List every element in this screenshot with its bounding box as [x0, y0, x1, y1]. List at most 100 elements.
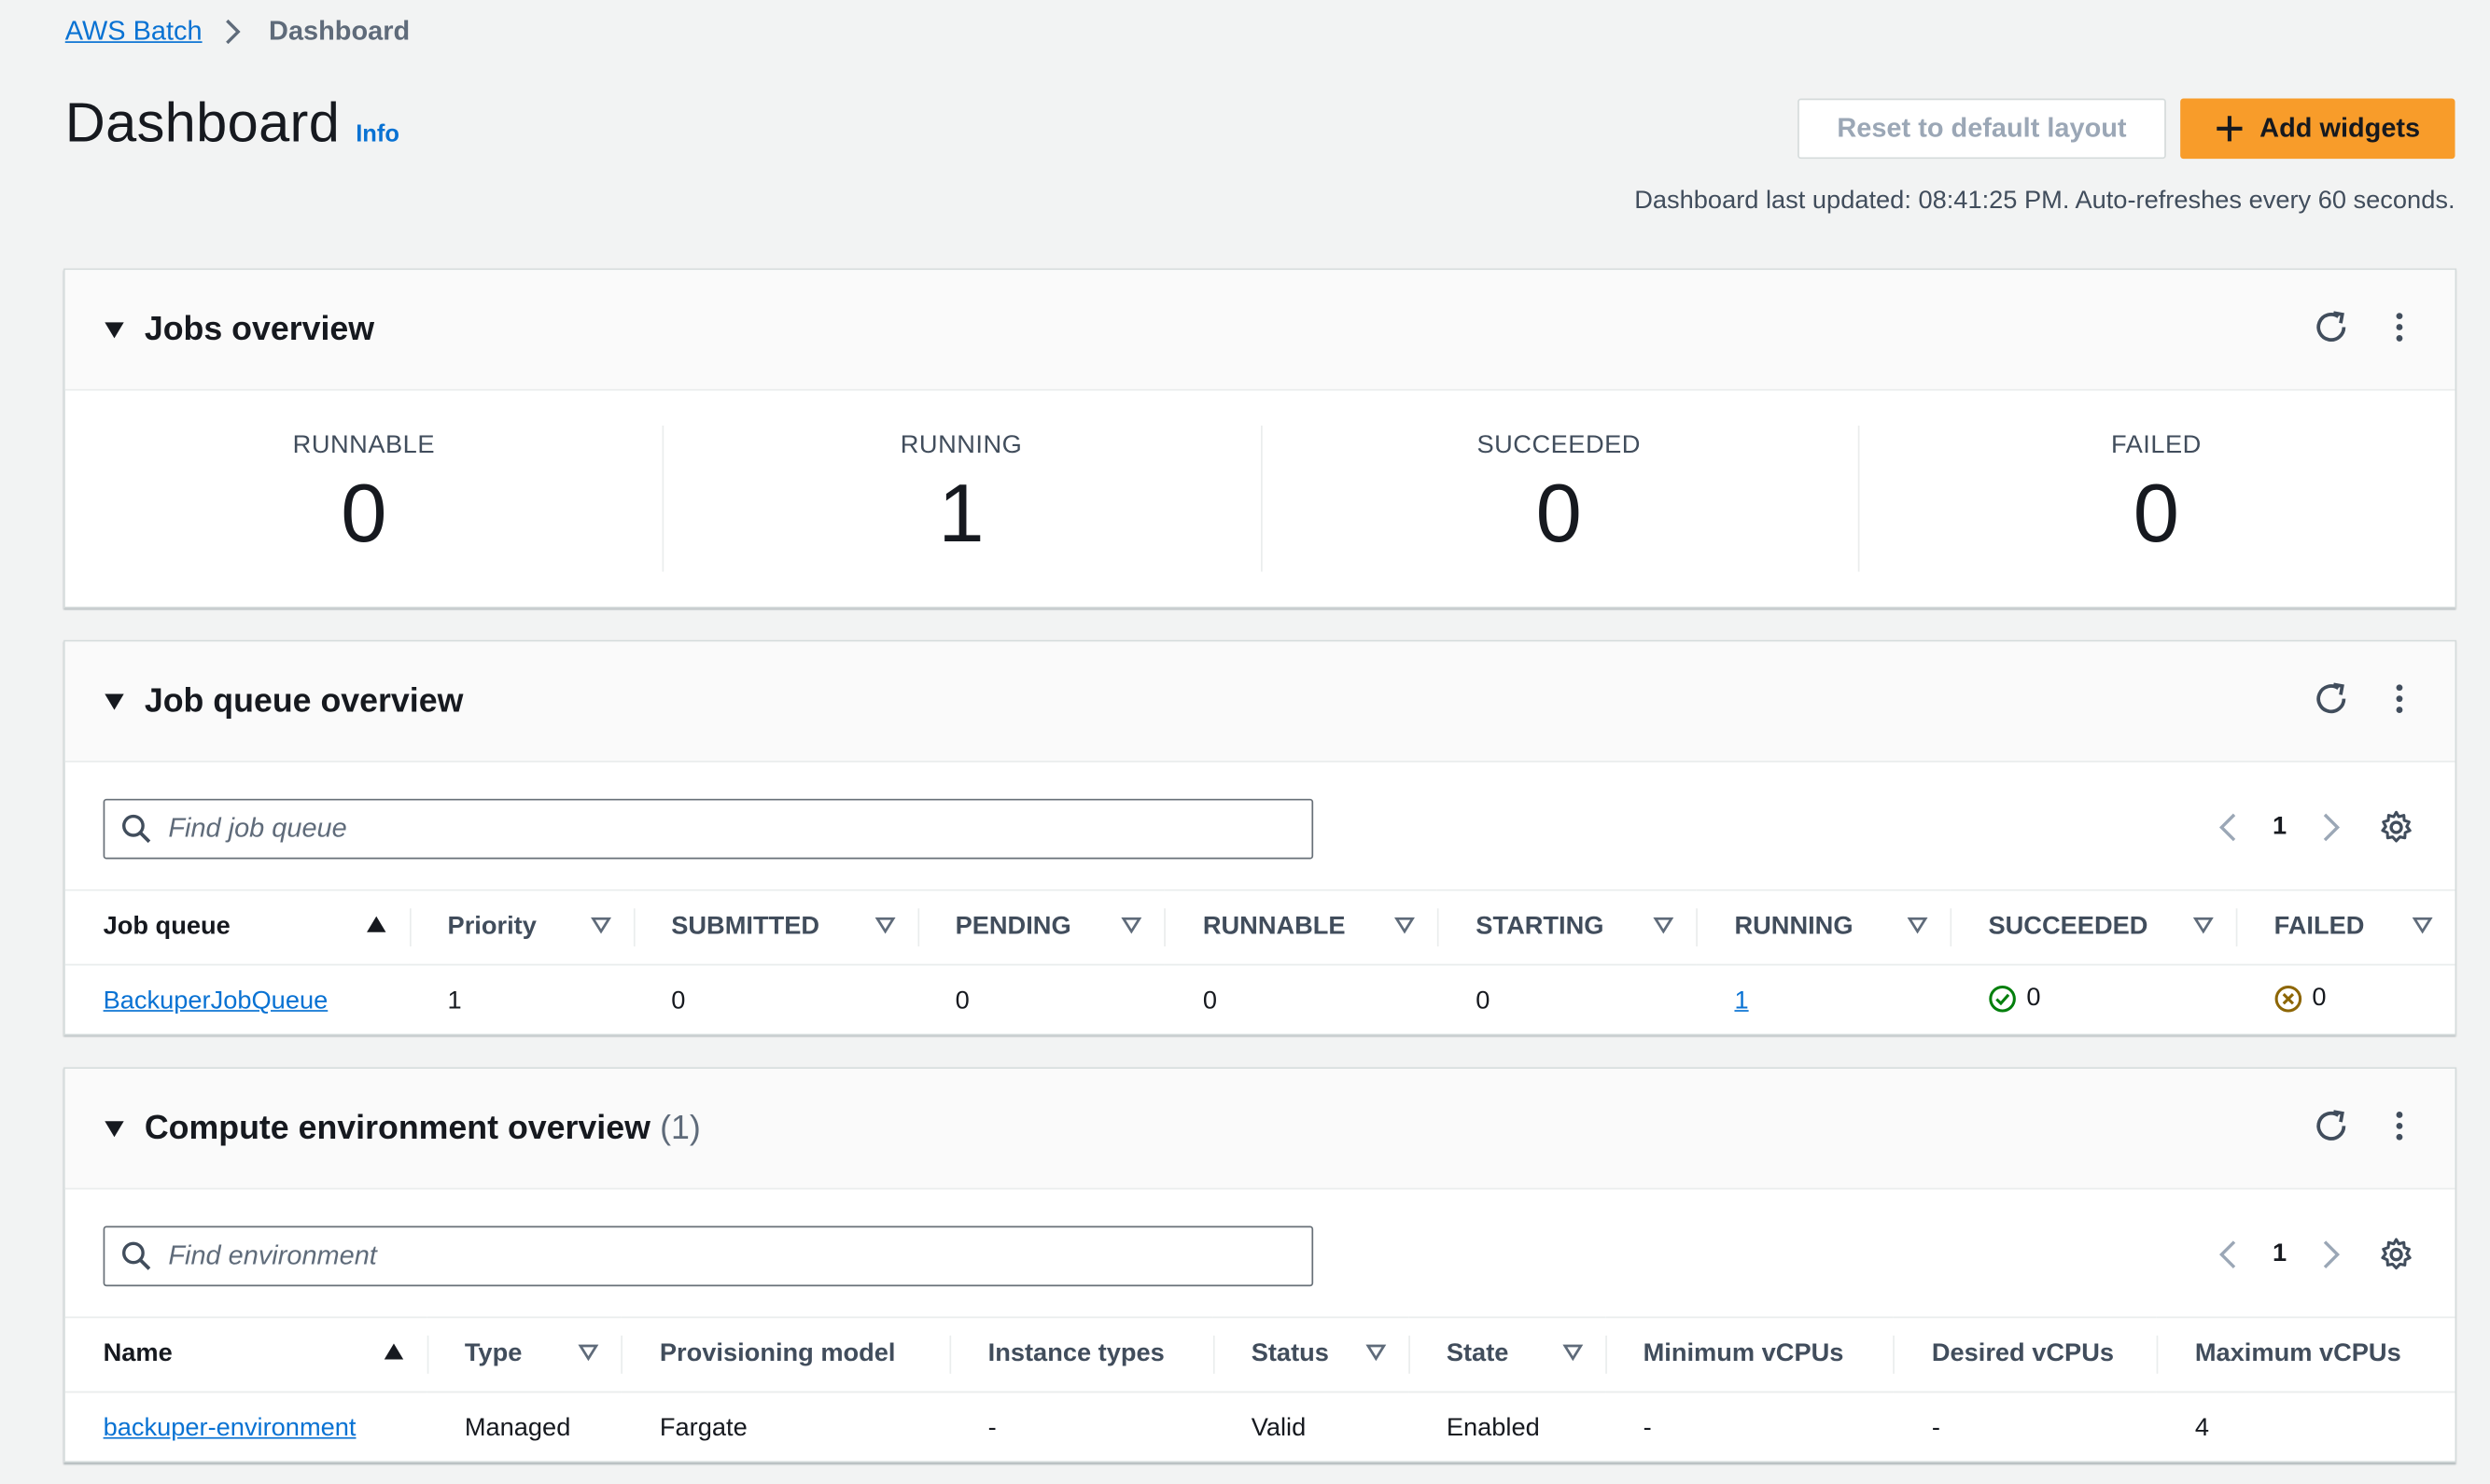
next-page-icon[interactable] — [2322, 811, 2341, 843]
metric-runnable: RUNNABLE 0 — [65, 391, 663, 610]
sort-icon[interactable] — [1394, 913, 1416, 942]
success-check-icon — [1988, 985, 2017, 1014]
cell-priority: 1 — [447, 987, 462, 1015]
job-queue-search-input[interactable] — [168, 813, 1280, 846]
reset-layout-button[interactable]: Reset to default layout — [1798, 98, 2166, 160]
column-header-pending[interactable]: PENDING — [916, 889, 1165, 966]
caret-down-icon[interactable] — [104, 692, 126, 710]
breadcrumb: AWS Batch Dashboard — [65, 16, 410, 48]
metric-value: 0 — [341, 468, 387, 561]
info-link[interactable]: Info — [356, 120, 399, 147]
jobs-metrics: RUNNABLE 0 RUNNING 1 SUCCEEDED 0 FAILED … — [65, 391, 2455, 610]
column-header-type[interactable]: Type — [426, 1316, 622, 1393]
metric-failed: FAILED 0 — [1857, 391, 2455, 610]
compute-env-search-input[interactable] — [168, 1239, 1280, 1272]
compute-env-link[interactable]: backuper-environment — [104, 1415, 357, 1442]
next-page-icon[interactable] — [2322, 1239, 2341, 1270]
job-queue-table: Job queue Priority SUBMITTED PENDING RUN… — [64, 889, 2455, 1040]
compute-env-pagination: 1 — [2218, 1237, 2413, 1271]
sort-icon[interactable] — [2412, 913, 2433, 942]
settings-gear-icon[interactable] — [2379, 810, 2413, 845]
metric-label: RUNNABLE — [292, 431, 436, 459]
column-header-runnable[interactable]: RUNNABLE — [1164, 889, 1438, 966]
table-header-row: Name Type Provisioning model Instance ty… — [64, 1316, 2455, 1393]
sort-icon[interactable] — [1907, 913, 1928, 942]
last-updated-text: Dashboard last updated: 08:41:25 PM. Aut… — [1634, 187, 2455, 215]
caret-down-icon[interactable] — [104, 1119, 126, 1138]
metric-value: 0 — [2133, 468, 2180, 561]
job-queue-link[interactable]: BackuperJobQueue — [104, 988, 329, 1015]
chevron-right-icon — [224, 18, 243, 47]
compute-env-count: (1) — [660, 1109, 701, 1146]
more-options-icon[interactable] — [2385, 308, 2414, 354]
sort-icon[interactable] — [579, 1340, 600, 1369]
job-queue-search — [103, 798, 1314, 860]
refresh-icon[interactable] — [2312, 679, 2350, 725]
column-header-provisioning-model: Provisioning model — [622, 1316, 950, 1393]
sort-ascending-icon[interactable] — [365, 913, 387, 942]
column-header-starting[interactable]: STARTING — [1437, 889, 1697, 966]
column-header-running[interactable]: RUNNING — [1696, 889, 1951, 966]
sort-icon[interactable] — [1365, 1340, 1387, 1369]
metric-label: SUCCEEDED — [1476, 431, 1641, 459]
more-options-icon[interactable] — [2385, 1107, 2414, 1153]
cell-pending: 0 — [955, 987, 970, 1015]
breadcrumb-current: Dashboard — [269, 16, 411, 47]
jobs-overview-header: Jobs overview — [64, 270, 2455, 391]
cell-maximum-vcpus: 4 — [2194, 1415, 2209, 1443]
more-options-icon[interactable] — [2385, 679, 2414, 725]
cell-status: Valid — [1251, 1415, 1307, 1443]
column-header-status[interactable]: Status — [1212, 1316, 1408, 1393]
compute-env-table: Name Type Provisioning model Instance ty… — [64, 1316, 2455, 1467]
prev-page-icon[interactable] — [2218, 1239, 2237, 1270]
job-queue-filter-row: 1 — [65, 763, 2455, 889]
succeeded-status: 0 — [1988, 985, 2040, 1014]
sort-icon[interactable] — [1122, 913, 1143, 942]
column-header-instance-types: Instance types — [949, 1316, 1213, 1393]
refresh-icon[interactable] — [2312, 1107, 2350, 1153]
compute-environment-overview-widget: Compute environment overview (1) Find en… — [63, 1067, 2457, 1463]
cell-runnable: 0 — [1202, 987, 1217, 1015]
running-count-link[interactable]: 1 — [1734, 988, 1748, 1015]
column-header-priority[interactable]: Priority — [409, 889, 634, 966]
compute-env-overview-title: Compute environment overview — [144, 1109, 650, 1146]
search-icon — [120, 813, 152, 845]
settings-gear-icon[interactable] — [2379, 1237, 2413, 1271]
page-number[interactable]: 1 — [2273, 813, 2287, 842]
column-header-maximum-vcpus: Maximum vCPUs — [2157, 1316, 2455, 1393]
compute-env-filter-row: 1 — [65, 1189, 2455, 1316]
add-widgets-button[interactable]: Add widgets — [2180, 98, 2455, 160]
cell-instance-types: - — [987, 1415, 997, 1443]
compute-env-search — [103, 1225, 1314, 1287]
page-number[interactable]: 1 — [2273, 1240, 2287, 1269]
plus-icon — [2216, 115, 2245, 144]
column-header-state[interactable]: State — [1407, 1316, 1605, 1393]
table-row: backuper-environment Managed Fargate - V… — [65, 1392, 2455, 1466]
metric-running: RUNNING 1 — [662, 391, 1260, 610]
cell-minimum-vcpus: - — [1643, 1415, 1652, 1443]
column-header-desired-vcpus: Desired vCPUs — [1893, 1316, 2158, 1393]
error-x-icon — [2274, 985, 2303, 1014]
prev-page-icon[interactable] — [2218, 811, 2237, 843]
job-queue-overview-header: Job queue overview — [64, 641, 2455, 763]
column-header-submitted[interactable]: SUBMITTED — [633, 889, 917, 966]
cell-type: Managed — [464, 1415, 571, 1443]
sort-icon[interactable] — [1653, 913, 1674, 942]
refresh-icon[interactable] — [2312, 308, 2350, 354]
caret-down-icon[interactable] — [104, 320, 126, 339]
column-header-succeeded[interactable]: SUCCEEDED — [1950, 889, 2236, 966]
column-header-name[interactable]: Name — [64, 1316, 427, 1393]
sort-icon[interactable] — [1561, 1340, 1583, 1369]
sort-icon[interactable] — [874, 913, 895, 942]
column-header-failed[interactable]: FAILED — [2235, 889, 2455, 966]
column-header-job-queue[interactable]: Job queue — [64, 889, 410, 966]
metric-label: FAILED — [2110, 431, 2202, 459]
table-header-row: Job queue Priority SUBMITTED PENDING RUN… — [64, 889, 2455, 966]
breadcrumb-aws-batch[interactable]: AWS Batch — [65, 16, 203, 48]
failed-status: 0 — [2274, 985, 2327, 1014]
cell-desired-vcpus: - — [1931, 1415, 1940, 1443]
job-queue-overview-widget: Job queue overview 1 — [63, 639, 2457, 1036]
sort-icon[interactable] — [2192, 913, 2214, 942]
sort-ascending-icon[interactable] — [382, 1340, 404, 1369]
sort-icon[interactable] — [590, 913, 611, 942]
